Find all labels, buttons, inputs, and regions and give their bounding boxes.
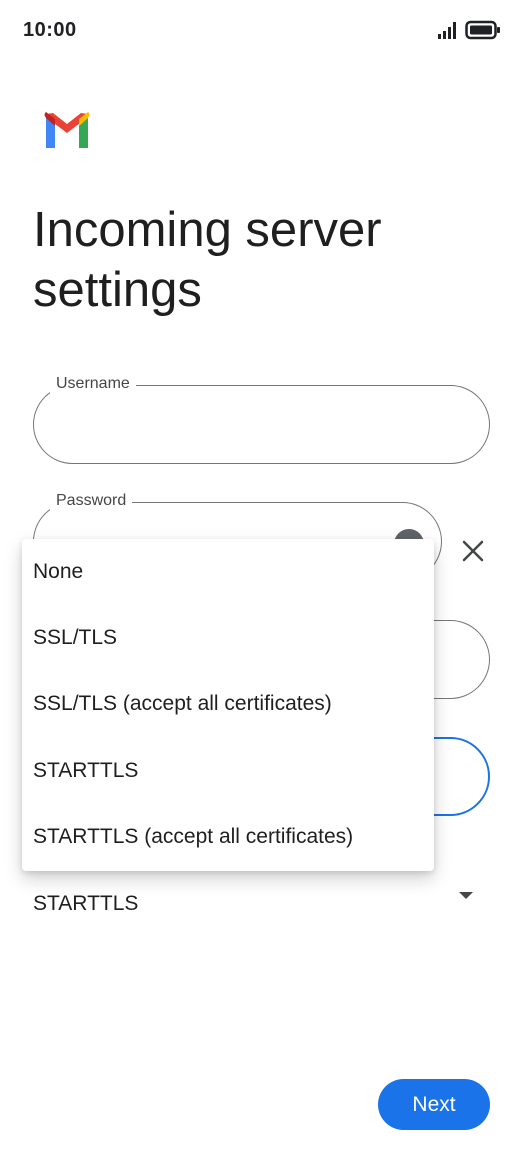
- page-title: Incoming server settings: [33, 203, 382, 317]
- menu-item-starttls-accept-all[interactable]: STARTTLS (accept all certificates): [22, 804, 434, 870]
- status-bar: 10:00: [0, 0, 523, 60]
- select-mask: [0, 916, 523, 936]
- next-button[interactable]: Next: [378, 1079, 490, 1130]
- close-icon[interactable]: [458, 536, 488, 566]
- username-label: Username: [50, 374, 136, 394]
- menu-item-none[interactable]: None: [22, 539, 434, 605]
- dropdown-arrow-icon[interactable]: [459, 892, 473, 899]
- status-icons: [437, 20, 501, 40]
- username-field[interactable]: Username: [33, 374, 490, 464]
- security-type-menu: None SSL/TLS SSL/TLS (accept all certifi…: [22, 539, 434, 871]
- menu-item-ssl-tls[interactable]: SSL/TLS: [22, 605, 434, 671]
- battery-icon: [465, 20, 500, 40]
- menu-item-ssl-tls-accept-all[interactable]: SSL/TLS (accept all certificates): [22, 671, 434, 737]
- menu-item-starttls[interactable]: STARTTLS: [22, 738, 434, 804]
- gmail-logo-icon: [44, 112, 90, 148]
- status-time: 10:00: [23, 19, 77, 41]
- password-label: Password: [50, 491, 133, 511]
- signal-icon: [438, 22, 456, 39]
- security-type-value[interactable]: STARTTLS: [33, 890, 138, 918]
